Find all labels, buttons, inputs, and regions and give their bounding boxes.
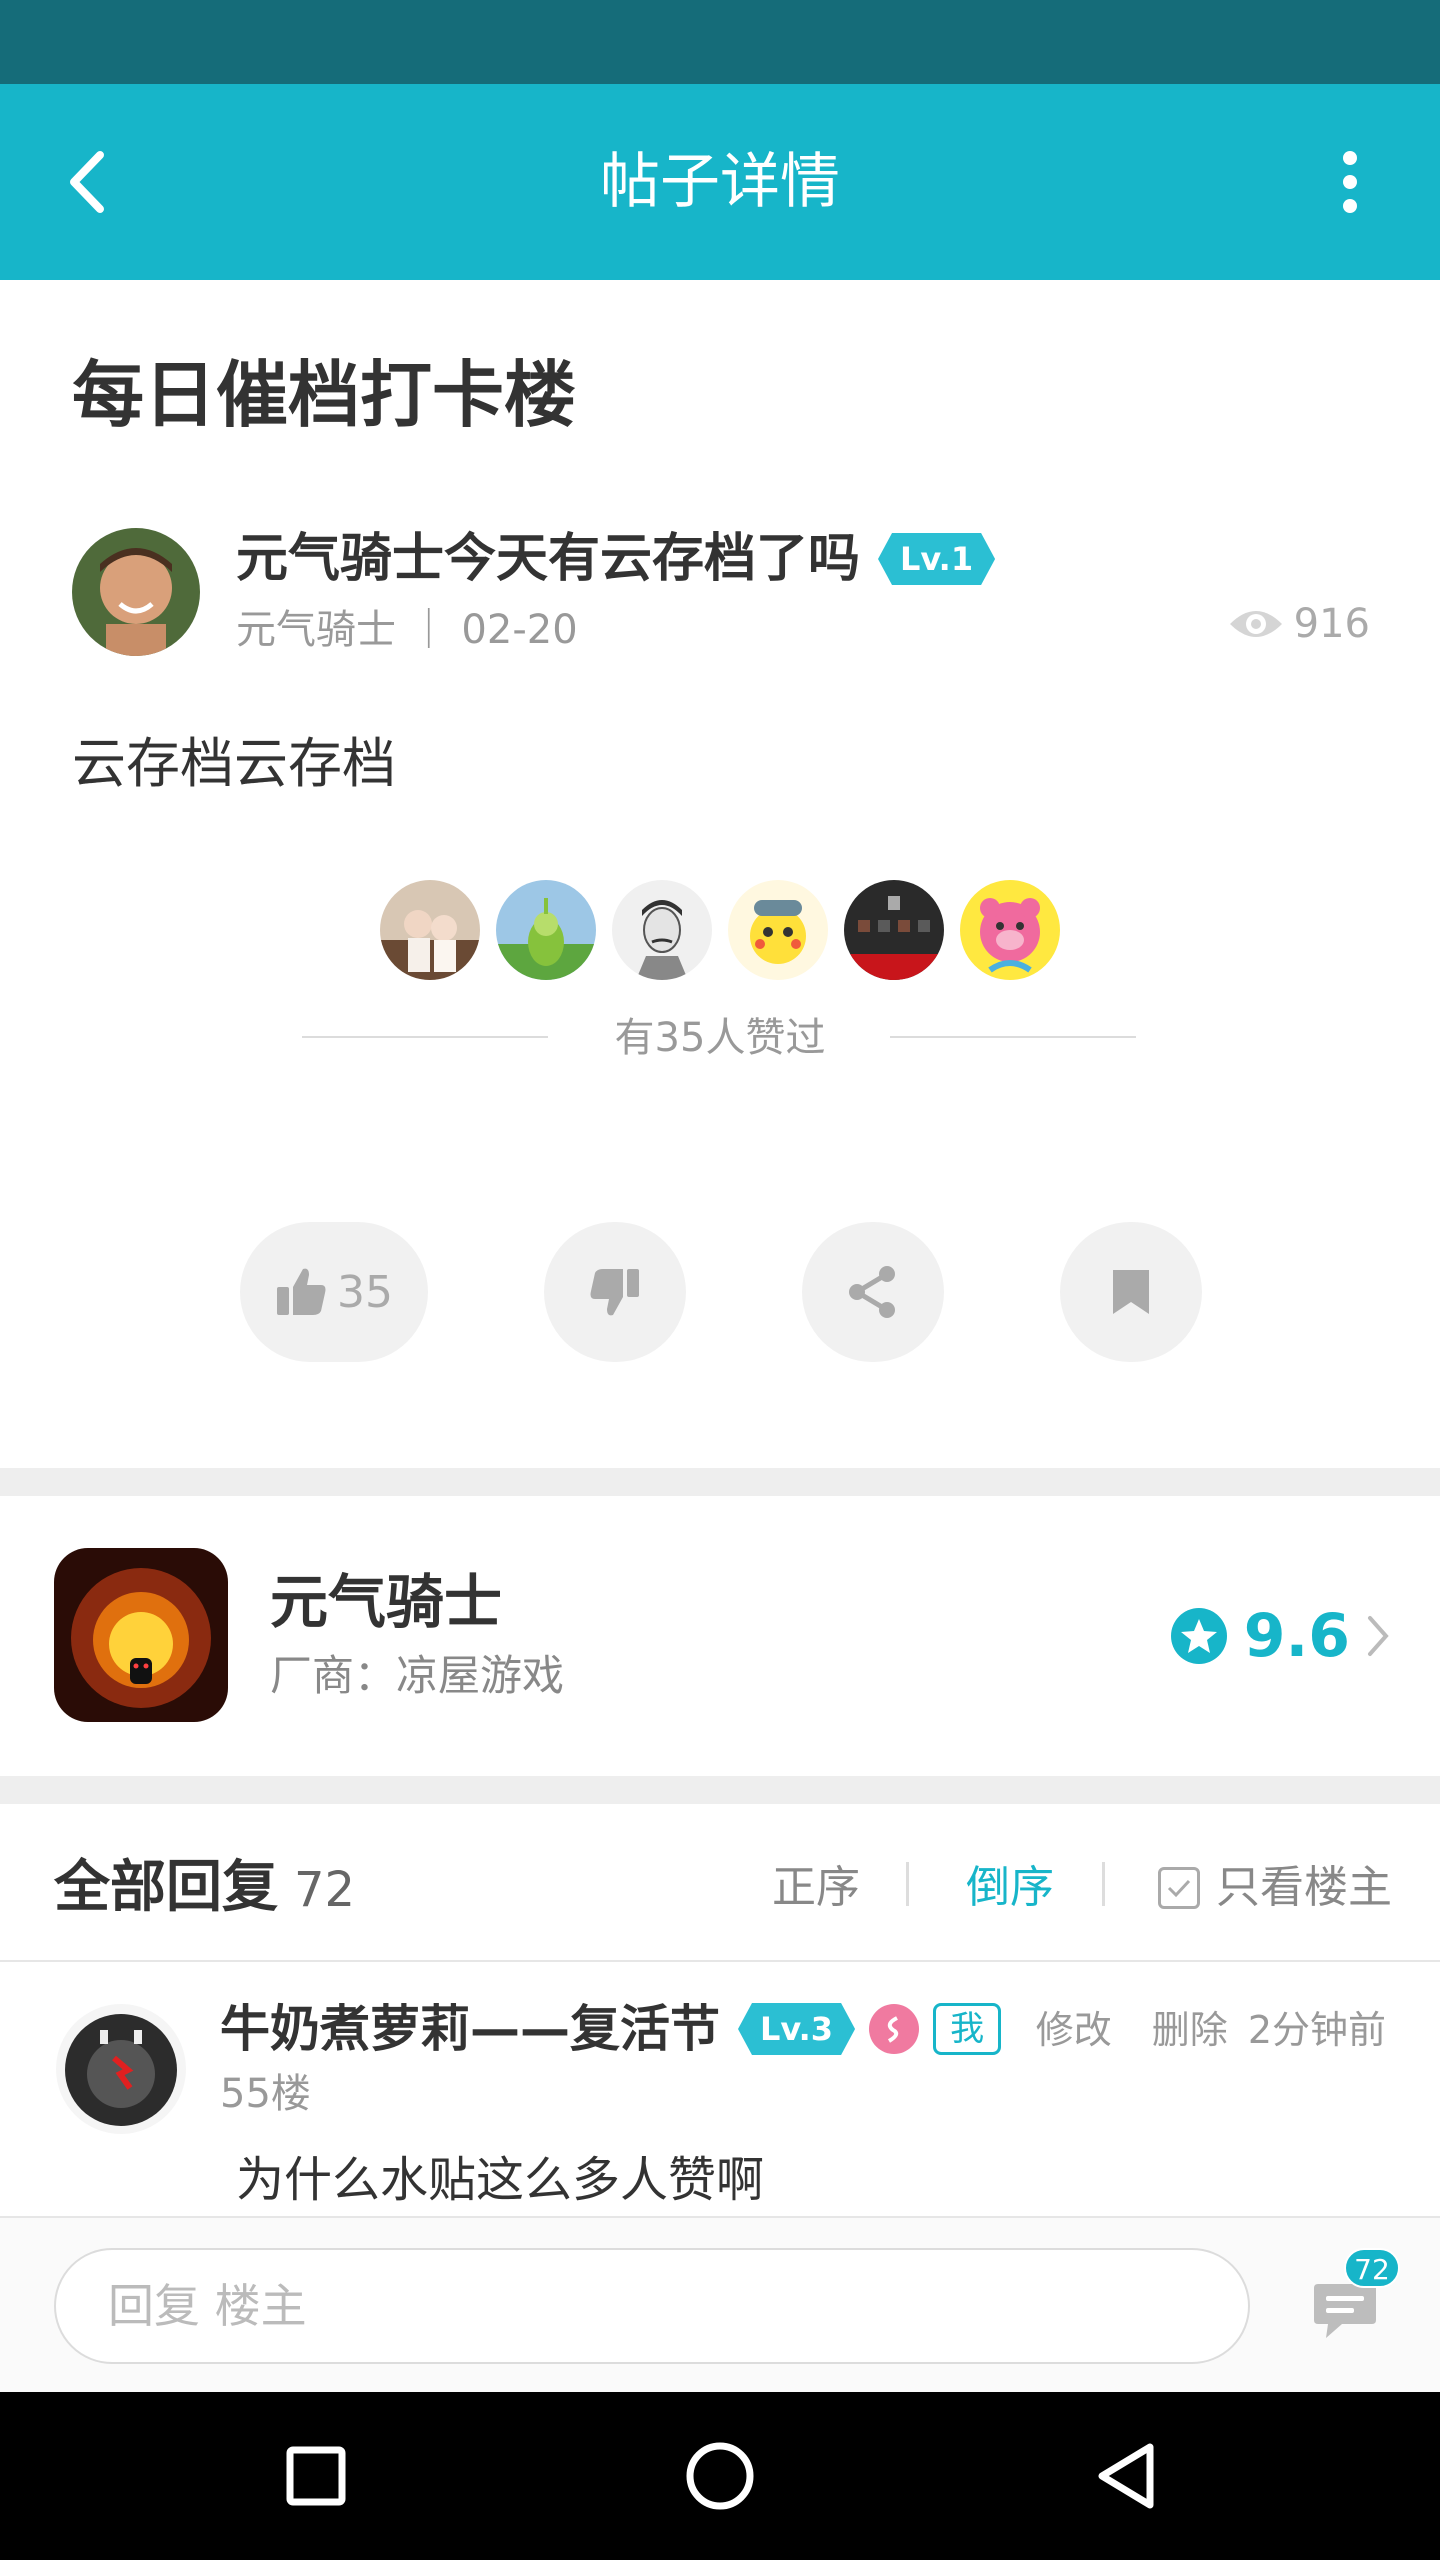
dislike-button[interactable] xyxy=(544,1222,686,1362)
reply-floor: 55楼 xyxy=(220,2071,311,2117)
home-button[interactable] xyxy=(670,2426,770,2526)
more-vertical-icon xyxy=(1343,151,1357,213)
square-icon xyxy=(286,2446,346,2506)
reply-author[interactable]: 牛奶煮萝莉——复活节 Lv.3 我 xyxy=(220,1994,1002,2064)
game-rating[interactable]: 9.6 xyxy=(1170,1596,1390,1676)
share-button[interactable] xyxy=(802,1222,944,1362)
star-icon xyxy=(1170,1608,1227,1664)
liker-avatar[interactable] xyxy=(960,880,1060,980)
reply-actions: 修改 删除 2分钟前 xyxy=(1036,2002,1386,2058)
edit-button[interactable]: 修改 xyxy=(1036,2002,1112,2058)
bookmark-button[interactable] xyxy=(1060,1222,1202,1362)
eye-icon xyxy=(1229,611,1282,637)
liker-avatar[interactable] xyxy=(728,880,828,980)
section-divider xyxy=(0,1776,1440,1804)
me-badge: 我 xyxy=(933,2003,1002,2055)
divider-line xyxy=(0,1960,1440,1962)
checkbox[interactable] xyxy=(1158,1867,1200,1909)
reply-avatar[interactable] xyxy=(56,2004,186,2134)
share-icon xyxy=(849,1266,895,1318)
game-name[interactable]: 元气骑士 xyxy=(270,1562,502,1642)
view-count: 916 xyxy=(1228,594,1370,654)
app-bar: 帖子详情 xyxy=(0,84,1440,280)
game-vendor: 厂商：凉屋游戏 xyxy=(270,1651,565,1700)
post-title: 每日催档打卡楼 xyxy=(72,353,577,437)
game-icon[interactable] xyxy=(54,1548,228,1722)
liker-avatar[interactable] xyxy=(612,880,712,980)
back-nav-button[interactable] xyxy=(1076,2426,1176,2526)
like-button[interactable]: 35 xyxy=(240,1222,428,1362)
medal-icon xyxy=(869,2004,920,2054)
chevron-right-icon xyxy=(1368,1616,1389,1656)
liker-avatar[interactable] xyxy=(496,880,596,980)
bookmark-icon xyxy=(1113,1270,1149,1314)
separator xyxy=(906,1862,909,1906)
only-op-toggle[interactable]: 只看楼主 xyxy=(1158,1856,1392,1920)
rating-value: 9.6 xyxy=(1243,1601,1350,1671)
system-nav-bar xyxy=(0,2392,1440,2560)
reply-input[interactable]: 回复 楼主 xyxy=(54,2248,1250,2364)
triangle-back-icon xyxy=(1098,2443,1154,2509)
replies-header: 全部回复 72 正序 倒序 只看楼主 xyxy=(0,1804,1440,1960)
comment-count-badge: 72 xyxy=(1344,2248,1400,2288)
page-title: 帖子详情 xyxy=(600,147,840,217)
likers-count[interactable]: 有35人赞过 xyxy=(0,1008,1440,1068)
view-count-text: 916 xyxy=(1293,601,1370,647)
separator xyxy=(1102,1862,1105,1906)
section-divider xyxy=(0,1468,1440,1496)
level-badge: Lv.3 xyxy=(738,2003,855,2055)
replies-count: 72 xyxy=(294,1862,356,1918)
check-icon xyxy=(1167,1879,1191,1898)
thumbs-up-icon xyxy=(277,1268,326,1315)
post-body: 云存档云存档 xyxy=(72,732,396,795)
status-bar xyxy=(0,0,1440,84)
liker-avatar[interactable] xyxy=(844,880,944,980)
author-avatar[interactable] xyxy=(72,528,200,656)
like-count: 35 xyxy=(337,1266,393,1318)
reply-time: 2分钟前 xyxy=(1247,2008,1386,2052)
reply-bar: 回复 楼主 72 xyxy=(0,2216,1440,2392)
more-button[interactable] xyxy=(1300,132,1400,232)
recents-button[interactable] xyxy=(266,2426,366,2526)
sort-asc-button[interactable]: 正序 xyxy=(772,1856,860,1920)
likers-avatars[interactable] xyxy=(0,880,1440,980)
replies-title-text: 全部回复 xyxy=(54,1855,278,1920)
author-name[interactable]: 元气骑士今天有云存档了吗 Lv.1 xyxy=(236,524,995,594)
reply-author-name: 牛奶煮萝莉——复活节 xyxy=(220,2000,720,2058)
thumbs-down-icon xyxy=(590,1269,639,1316)
author-meta: 元气骑士 ｜ 02-20 xyxy=(236,607,578,653)
sort-desc-button[interactable]: 倒序 xyxy=(966,1856,1054,1920)
replies-title: 全部回复 72 xyxy=(54,1848,355,1930)
level-badge: Lv.1 xyxy=(878,533,995,585)
only-op-label: 只看楼主 xyxy=(1216,1862,1392,1913)
delete-button[interactable]: 删除 xyxy=(1152,2002,1228,2058)
circle-icon xyxy=(686,2442,754,2510)
author-name-text: 元气骑士今天有云存档了吗 xyxy=(236,529,861,589)
liker-avatar[interactable] xyxy=(380,880,480,980)
reply-text: 为什么水贴这么多人赞啊 xyxy=(236,2152,765,2208)
